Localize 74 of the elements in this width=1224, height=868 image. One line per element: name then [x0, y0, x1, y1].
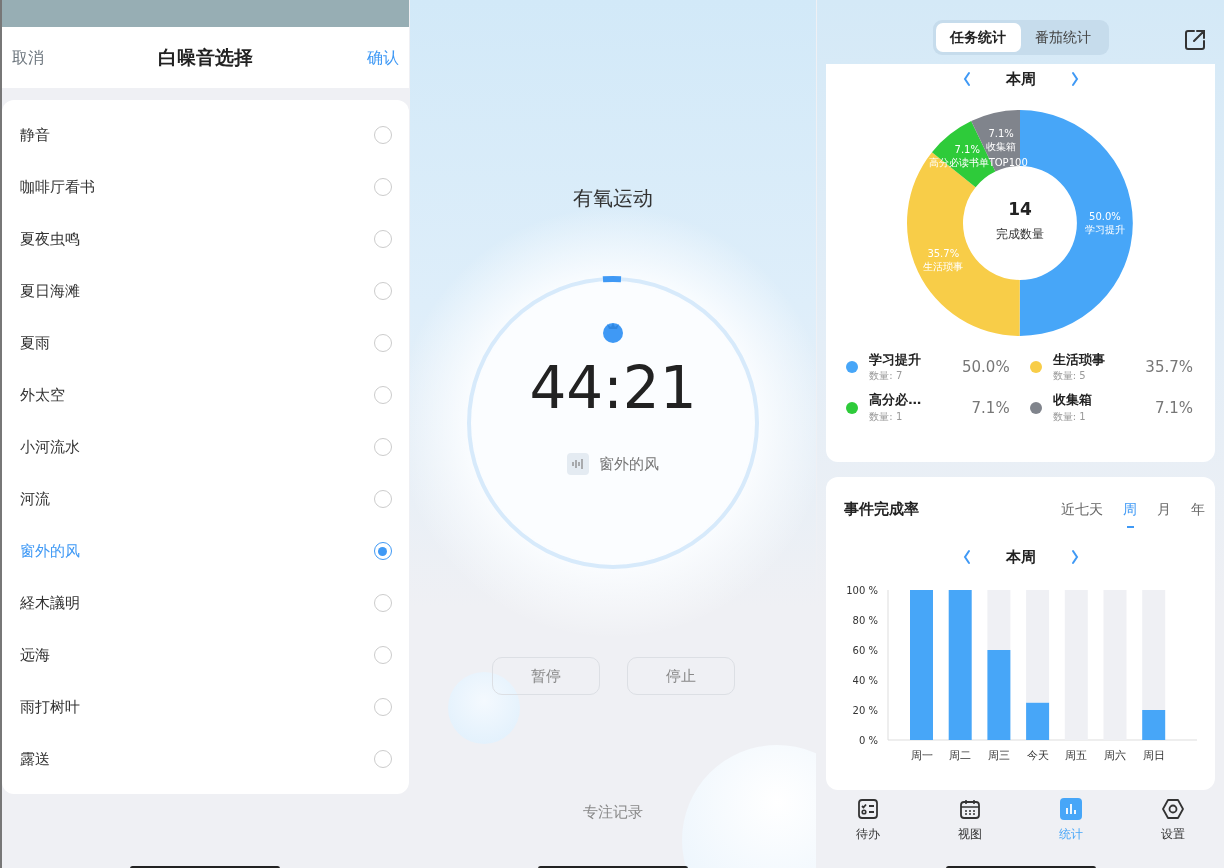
- axis-tick-label: 60 %: [852, 644, 879, 656]
- legend-percent: 35.7%: [1145, 357, 1193, 379]
- axis-tick-label: 40 %: [852, 674, 879, 686]
- nav-tab[interactable]: 待办: [833, 796, 904, 844]
- slice-label: 学习提升: [1085, 223, 1126, 235]
- legend-name: 高分必…: [869, 392, 922, 410]
- legend-name: 生活琐事: [1052, 351, 1105, 369]
- option-label[interactable]: 夏雨: [20, 331, 50, 355]
- legend-percent: 7.1%: [971, 398, 1010, 420]
- tab[interactable]: 番茄统计: [1020, 22, 1106, 52]
- chevron-left-icon[interactable]: [961, 71, 972, 88]
- option-label[interactable]: 咖啡厅看书: [20, 175, 95, 199]
- checklist-icon: [856, 797, 881, 821]
- legend-percent: 50.0%: [962, 357, 1010, 379]
- axis-tick-label: 100 %: [846, 584, 879, 596]
- card-title: 事件完成率: [844, 499, 920, 521]
- option-label[interactable]: 夏日海滩: [20, 279, 80, 303]
- task-title: 有氧运动: [572, 185, 654, 212]
- legend-count: 数量: 1: [1052, 410, 1087, 425]
- slice-label: 收集箱: [986, 140, 1017, 152]
- chevron-left-icon[interactable]: [961, 549, 972, 566]
- slice-label: 7.1%: [988, 127, 1015, 139]
- timer-display: 44:21: [529, 359, 697, 417]
- axis-tick-label: 20 %: [852, 704, 879, 716]
- legend-name: 收集箱: [1052, 392, 1092, 410]
- option-label[interactable]: 外太空: [20, 383, 65, 407]
- total-label: 完成数量: [996, 226, 1045, 241]
- option-label[interactable]: 小河流水: [20, 435, 80, 459]
- page-title: 白噪音选择: [157, 45, 253, 71]
- axis-category-label: 周三: [988, 748, 1011, 762]
- option-label[interactable]: 夏夜虫鸣: [20, 227, 80, 251]
- chevron-right-icon[interactable]: [1069, 549, 1080, 566]
- slice-label: 50.0%: [1089, 210, 1122, 222]
- slice-label: 生活琐事: [923, 260, 964, 272]
- settings-icon: [1161, 797, 1186, 821]
- axis-category-label: 今天: [1026, 748, 1049, 762]
- option-label[interactable]: 河流: [20, 487, 50, 511]
- legend-count: 数量: 1: [869, 410, 904, 425]
- axis-tick-label: 0 %: [859, 734, 879, 746]
- option-label[interactable]: 静音: [20, 123, 50, 147]
- sound-wave-icon: [567, 453, 589, 476]
- axis-tick-label: 80 %: [852, 614, 879, 626]
- nav-tab[interactable]: 视图: [934, 796, 1005, 844]
- option-label[interactable]: 露送: [20, 747, 50, 771]
- bar: [1142, 709, 1166, 740]
- option-label[interactable]: 远海: [20, 643, 50, 667]
- slice-label: 7.1%: [954, 143, 981, 155]
- axis-category-label: 周二: [949, 748, 972, 762]
- legend-name: 学习提升: [869, 351, 922, 369]
- slice-label: 35.7%: [927, 247, 960, 259]
- calendar-icon: [957, 797, 982, 821]
- axis-category-label: 周日: [1143, 748, 1166, 762]
- chevron-right-icon[interactable]: [1069, 71, 1080, 88]
- period-label: 本周: [1005, 69, 1036, 90]
- legend-count: 数量: 7: [869, 369, 904, 384]
- bar: [1026, 702, 1050, 740]
- tab[interactable]: 任务统计: [935, 22, 1021, 52]
- nav-tab[interactable]: 设置: [1138, 796, 1209, 844]
- legend-percent: 7.1%: [1154, 398, 1193, 420]
- legend-count: 数量: 5: [1052, 369, 1087, 384]
- bar-chart-icon: [1059, 797, 1084, 821]
- axis-category-label: 周五: [1065, 748, 1088, 762]
- option-label[interactable]: 経木議明: [20, 591, 80, 615]
- total-count: 14: [1008, 198, 1033, 219]
- period-label: 本周: [1005, 547, 1036, 568]
- axis-category-label: 周六: [1104, 748, 1127, 762]
- sound-name[interactable]: 窗外的风: [599, 453, 659, 476]
- range-tab[interactable]: 近七天: [1061, 499, 1103, 526]
- range-tab[interactable]: 年: [1191, 499, 1205, 526]
- range-tab[interactable]: 月: [1157, 499, 1171, 526]
- share-icon[interactable]: [1183, 28, 1207, 52]
- option-label[interactable]: 雨打树叶: [20, 695, 80, 719]
- cancel-button[interactable]: 取消: [12, 45, 44, 70]
- axis-category-label: 周一: [910, 748, 933, 762]
